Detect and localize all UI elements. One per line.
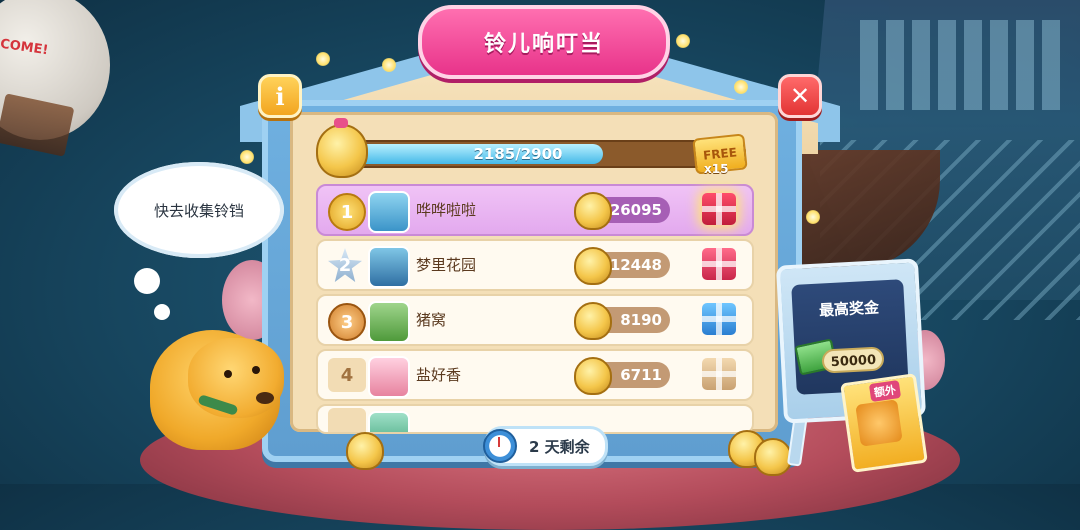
dog-eye [224, 370, 232, 378]
leaderboard-row[interactable]: 1 哗哗啦啦 26095 [316, 184, 754, 236]
player-name: 猪窝 [416, 311, 447, 329]
page-title: 铃儿响叮当 [483, 32, 604, 57]
avatar [368, 246, 410, 288]
rank-badge-bronze: 3 [328, 303, 366, 341]
bubble-dot [134, 268, 160, 294]
info-button[interactable]: i [258, 74, 302, 118]
bell-icon [574, 192, 612, 230]
leaderboard-row[interactable]: 4 盐好香 6711 [316, 349, 754, 401]
rank-badge-gold: 1 [328, 193, 366, 231]
close-icon: ✕ [789, 82, 811, 110]
title-banner: 铃儿响叮当 [418, 5, 670, 79]
progress-text: 2185/2900 [473, 145, 563, 163]
dog-eye [252, 366, 260, 374]
player-name: 盐好香 [416, 366, 462, 384]
bubble-dot [154, 304, 170, 320]
light-bulb [316, 52, 330, 66]
leaderboard-row[interactable]: 3 猪窝 8190 [316, 294, 754, 346]
timer-text: 2 天剩余 [529, 437, 590, 456]
red-gift-icon [702, 193, 736, 225]
dog-nose [256, 392, 274, 404]
bell-progress-bar: 2185/2900 [350, 140, 746, 168]
info-icon: i [275, 81, 285, 111]
blue-gift-icon [702, 303, 736, 335]
bell-icon [346, 432, 384, 470]
close-button[interactable]: ✕ [778, 74, 822, 118]
bell-icon [754, 438, 792, 476]
avatar [368, 356, 410, 398]
event-timer: 2 天剩余 [483, 426, 608, 466]
light-bulb [240, 150, 254, 164]
speech-bubble: 快去收集铃铛 [114, 162, 284, 258]
rank-badge-silver: 2 [328, 248, 362, 282]
clock-icon [483, 429, 517, 463]
free-label: FREE [702, 145, 738, 163]
rank-badge: 4 [328, 358, 366, 392]
free-count: x15 [704, 162, 729, 176]
light-bulb [734, 80, 748, 94]
light-bulb [382, 58, 396, 72]
leaderboard-row[interactable]: 2 梦里花园 12448 [316, 239, 754, 291]
player-name: 梦里花园 [416, 256, 477, 274]
bell-icon [316, 118, 368, 178]
light-bulb [806, 210, 820, 224]
bell-icon [574, 357, 612, 395]
pink-gift-icon [702, 248, 736, 280]
tan-gift-icon [702, 358, 736, 390]
avatar [368, 411, 410, 432]
bell-icon [574, 302, 612, 340]
reward-cash-value: 50000 [821, 346, 885, 374]
light-bulb [676, 34, 690, 48]
extra-reward-icon [855, 399, 903, 447]
avatar [368, 301, 410, 343]
bell-icon [574, 247, 612, 285]
avatar [368, 191, 410, 233]
rank-badge [328, 408, 366, 432]
speech-bubble-text: 快去收集铃铛 [153, 201, 244, 220]
player-name: 哗哗啦啦 [416, 201, 477, 219]
